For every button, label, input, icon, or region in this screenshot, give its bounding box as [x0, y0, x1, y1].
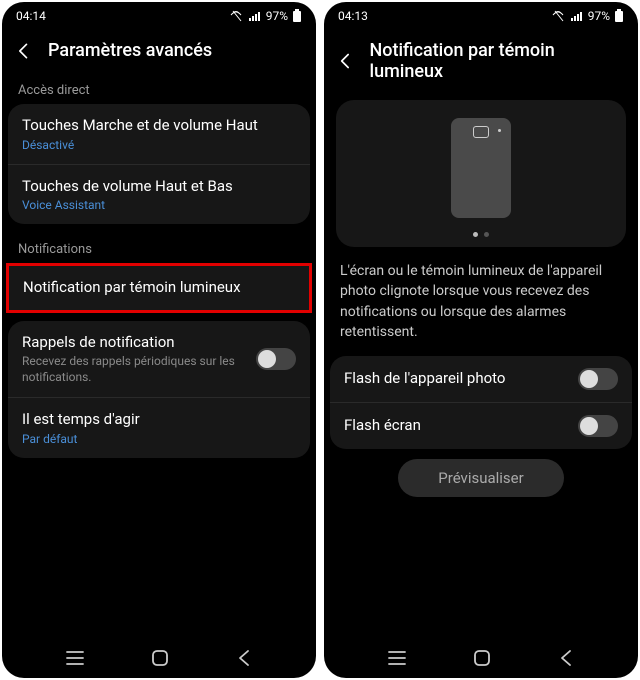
toggle-reminder[interactable]	[256, 348, 296, 370]
header: Paramètres avancés	[2, 30, 316, 75]
status-bar: 04:13 97%	[324, 2, 638, 30]
dot-2[interactable]	[484, 232, 489, 237]
home-icon[interactable]	[150, 648, 170, 668]
item-subtitle: Recevez des rappels périodiques sur les …	[22, 354, 246, 385]
back-nav-icon[interactable]	[557, 649, 575, 667]
item-power-volume-up[interactable]: Touches Marche et de volume Haut Désacti…	[8, 104, 310, 164]
item-title: Il est temps d'agir	[22, 410, 296, 430]
section-direct-access: Accès direct	[4, 75, 314, 104]
page-title: Paramètres avancés	[48, 40, 212, 61]
status-time: 04:14	[16, 9, 46, 23]
status-time: 04:13	[338, 9, 368, 23]
item-subtitle: Voice Assistant	[22, 198, 296, 212]
phone-left: 04:14 97% Paramètres avancés Accès direc…	[2, 2, 316, 678]
signal-icon	[570, 11, 584, 22]
item-flash-notification[interactable]: Notification par témoin lumineux	[9, 266, 309, 310]
status-icons: 97%	[552, 9, 624, 23]
item-screen-flash[interactable]: Flash écran	[330, 402, 632, 449]
item-title: Touches de volume Haut et Bas	[22, 177, 296, 197]
preview-illustration	[336, 100, 626, 247]
page-dots	[473, 232, 489, 237]
item-title: Rappels de notification	[22, 333, 246, 353]
preview-button[interactable]: Prévisualiser	[398, 459, 563, 497]
card-notifications: Rappels de notification Recevez des rapp…	[8, 321, 310, 458]
vibrate-icon	[230, 10, 244, 22]
status-bar: 04:14 97%	[2, 2, 316, 30]
nav-bar	[324, 638, 638, 678]
back-icon[interactable]	[336, 51, 355, 71]
battery-icon	[292, 9, 302, 23]
item-title: Touches Marche et de volume Haut	[22, 116, 296, 136]
recent-apps-icon[interactable]	[65, 650, 85, 666]
section-notifications: Notifications	[4, 234, 314, 263]
header: Notification par témoin lumineux	[324, 30, 638, 96]
battery-icon	[614, 9, 624, 23]
highlighted-item: Notification par témoin lumineux	[6, 263, 312, 313]
phone-right: 04:13 97% Notification par témoin lumine…	[324, 2, 638, 678]
back-nav-icon[interactable]	[235, 649, 253, 667]
item-title: Notification par témoin lumineux	[23, 278, 295, 298]
vibrate-icon	[552, 10, 566, 22]
home-icon[interactable]	[472, 648, 492, 668]
battery-percent: 97%	[266, 9, 288, 23]
item-subtitle: Par défaut	[22, 432, 296, 446]
item-volume-up-down[interactable]: Touches de volume Haut et Bas Voice Assi…	[8, 164, 310, 225]
dot-1[interactable]	[473, 232, 478, 237]
card-direct-access: Touches Marche et de volume Haut Désacti…	[8, 104, 310, 224]
content-area: L'écran ou le témoin lumineux de l'appar…	[324, 96, 638, 638]
toggle-screen-flash[interactable]	[578, 415, 618, 437]
phone-illustration	[451, 118, 511, 218]
description-text: L'écran ou le témoin lumineux de l'appar…	[326, 257, 636, 356]
content-area: Accès direct Touches Marche et de volume…	[2, 75, 316, 638]
card-flash-options: Flash de l'appareil photo Flash écran	[330, 356, 632, 449]
toggle-camera-flash[interactable]	[578, 368, 618, 390]
signal-icon	[248, 11, 262, 22]
status-icons: 97%	[230, 9, 302, 23]
item-subtitle: Désactivé	[22, 138, 296, 152]
page-title: Notification par témoin lumineux	[369, 40, 626, 82]
item-title: Flash écran	[344, 416, 421, 436]
item-title: Flash de l'appareil photo	[344, 369, 506, 389]
nav-bar	[2, 638, 316, 678]
back-icon[interactable]	[14, 41, 34, 61]
recent-apps-icon[interactable]	[387, 650, 407, 666]
item-notification-reminder[interactable]: Rappels de notification Recevez des rapp…	[8, 321, 310, 398]
item-time-to-act[interactable]: Il est temps d'agir Par défaut	[8, 397, 310, 458]
battery-percent: 97%	[588, 9, 610, 23]
item-camera-flash[interactable]: Flash de l'appareil photo	[330, 356, 632, 402]
